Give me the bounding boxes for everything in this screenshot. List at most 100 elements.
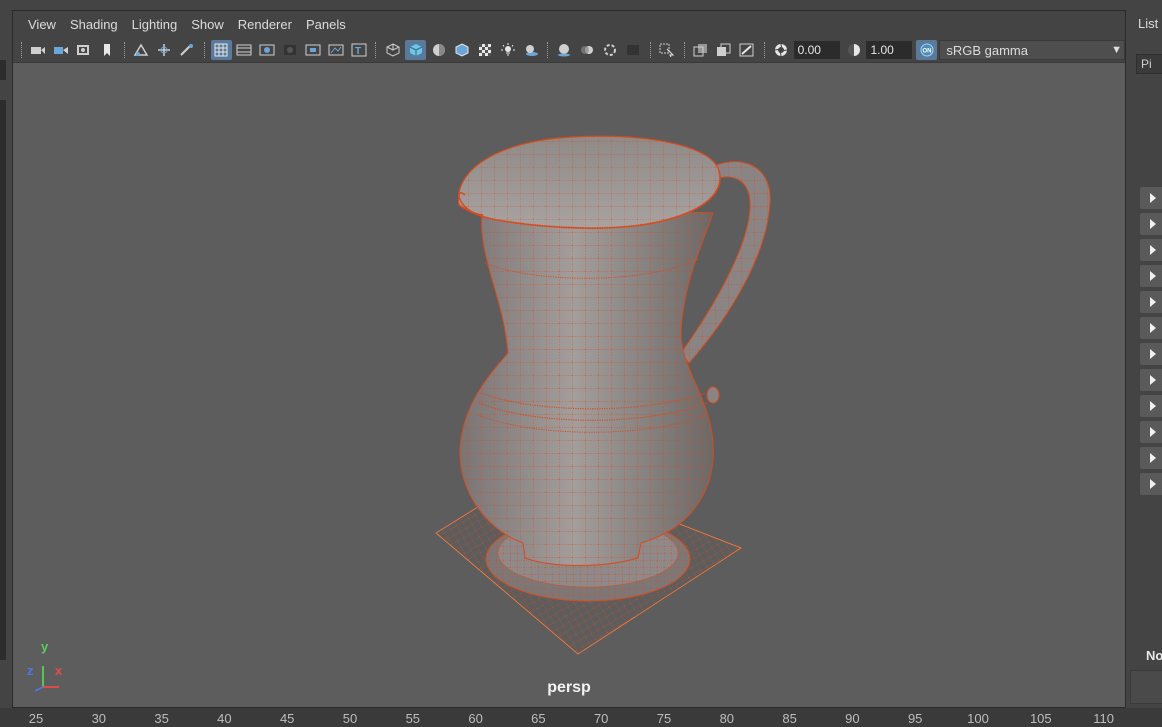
- lights-icon[interactable]: [497, 40, 518, 60]
- time-slider[interactable]: 25 30 35 40 45 50 55 60 65 70 75 80 85 90 95 100 105 110: [0, 708, 1162, 727]
- attribute-section-expander[interactable]: [1140, 265, 1162, 287]
- notes-label: No: [1146, 648, 1162, 663]
- expand-arrow-icon: [1150, 193, 1156, 203]
- camera-name-label: persp: [547, 679, 591, 696]
- expand-arrow-icon: [1150, 219, 1156, 229]
- attribute-section-expander[interactable]: [1140, 421, 1162, 443]
- 2d-pan-zoom-icon[interactable]: [177, 40, 198, 60]
- timeline-tick-label: 60: [468, 711, 483, 726]
- xray-icon[interactable]: [691, 40, 712, 60]
- toolbar-separator: [203, 42, 207, 58]
- screen-space-ao-icon[interactable]: [554, 40, 575, 60]
- attribute-section-expander[interactable]: [1140, 343, 1162, 365]
- timeline-tick-label: 95: [907, 711, 923, 726]
- safe-title-icon[interactable]: T: [348, 40, 369, 60]
- field-chart-icon[interactable]: [302, 40, 323, 60]
- timeline-tick-label: 100: [967, 711, 989, 726]
- viewport-canvas: [34, 135, 771, 692]
- depth-of-field-icon[interactable]: [623, 40, 644, 60]
- default-material-icon[interactable]: [428, 40, 449, 60]
- textured-icon[interactable]: [474, 40, 495, 60]
- timeline-tick-label: 45: [279, 711, 295, 726]
- timeline-tick-label: 105: [1029, 711, 1052, 726]
- toolbar-separator: [21, 42, 24, 58]
- wireframe-on-shaded-icon[interactable]: [451, 40, 472, 60]
- shadows-icon[interactable]: [520, 40, 541, 60]
- toolbar-separator: [683, 42, 687, 58]
- anti-aliasing-icon[interactable]: [600, 40, 621, 60]
- timeline-tick-label: 70: [593, 711, 609, 726]
- select-camera-icon[interactable]: [28, 40, 49, 60]
- exposure-icon[interactable]: [771, 40, 792, 60]
- timeline-tick-label: 65: [531, 711, 546, 726]
- timeline-tick-label: 80: [719, 711, 735, 726]
- timeline-tick-label: 55: [405, 711, 421, 726]
- isolate-select-icon[interactable]: [657, 40, 678, 60]
- expand-arrow-icon: [1150, 401, 1156, 411]
- 3d-viewport[interactable]: y z x persp: [13, 63, 1125, 707]
- bookmark-camera-icon[interactable]: [74, 40, 95, 60]
- notes-field[interactable]: [1130, 670, 1162, 704]
- attribute-section-expander[interactable]: [1140, 187, 1162, 209]
- grid-icon[interactable]: [210, 40, 232, 60]
- right-panel: List Pi No: [1126, 0, 1162, 708]
- attribute-section-expander[interactable]: [1140, 369, 1162, 391]
- expand-arrow-icon: [1150, 245, 1156, 255]
- svg-text:T: T: [355, 46, 361, 57]
- motion-blur-icon[interactable]: [577, 40, 598, 60]
- expand-arrow-icon: [1150, 479, 1156, 489]
- expand-arrow-icon: [1150, 375, 1156, 385]
- timeline-tick-label: 50: [342, 711, 358, 726]
- film-gate-icon[interactable]: [234, 40, 255, 60]
- safe-action-icon[interactable]: [325, 40, 346, 60]
- timeline-tick-label: 90: [845, 711, 860, 726]
- left-panel-tab[interactable]: [0, 60, 6, 80]
- attribute-section-expander[interactable]: [1140, 291, 1162, 313]
- menu-renderer[interactable]: Renderer: [231, 11, 299, 38]
- expand-arrow-icon: [1150, 271, 1156, 281]
- timeline-tick-label: 85: [782, 711, 797, 726]
- left-panel-scroll[interactable]: [0, 100, 6, 660]
- exposure-field[interactable]: 0.00: [793, 41, 840, 59]
- gate-mask-icon[interactable]: [280, 40, 301, 60]
- expand-arrow-icon: [1150, 323, 1156, 333]
- xray-active-components-icon[interactable]: [714, 40, 735, 60]
- gamma-field[interactable]: 1.00: [866, 41, 913, 59]
- attribute-section-expander[interactable]: [1140, 213, 1162, 235]
- attribute-section-expander[interactable]: [1140, 473, 1162, 495]
- attribute-section-expander[interactable]: [1140, 239, 1162, 261]
- menu-lighting[interactable]: Lighting: [125, 11, 185, 38]
- attribute-section-expander[interactable]: [1140, 395, 1162, 417]
- list-menu[interactable]: List: [1138, 16, 1158, 31]
- timeline-tick-label: 75: [656, 711, 672, 726]
- smooth-shade-icon[interactable]: [405, 40, 427, 60]
- left-panel-strip: [0, 0, 12, 708]
- color-management-icon[interactable]: ON: [916, 40, 938, 60]
- expand-arrow-icon: [1150, 349, 1156, 359]
- menu-shading[interactable]: Shading: [63, 11, 125, 38]
- wireframe-icon[interactable]: [382, 40, 403, 60]
- attribute-section-expander[interactable]: [1140, 447, 1162, 469]
- pitcher-rim: [457, 135, 721, 230]
- toolbar-separator: [547, 42, 550, 58]
- expand-arrow-icon: [1150, 453, 1156, 463]
- camera-attributes-icon[interactable]: [51, 40, 72, 60]
- timeline-tick-label: 40: [217, 711, 232, 726]
- grid-toggle-icon[interactable]: [154, 40, 175, 60]
- color-space-dropdown[interactable]: sRGB gamma ▼: [939, 40, 1125, 60]
- menu-panels[interactable]: Panels: [299, 11, 353, 38]
- menu-show[interactable]: Show: [184, 11, 231, 38]
- image-plane-icon[interactable]: [131, 40, 152, 60]
- viewport-toolbar: T 0.00 1.00 ON sRGB gamma ▼: [13, 38, 1125, 63]
- toolbar-separator: [763, 42, 767, 58]
- axis-y-label: y: [41, 639, 49, 654]
- toolbar-separator: [123, 42, 127, 58]
- timeline-tick-label: 110: [1093, 711, 1114, 726]
- gamma-icon[interactable]: [844, 40, 865, 60]
- bookmark-icon[interactable]: [97, 40, 118, 60]
- menu-view[interactable]: View: [21, 11, 63, 38]
- node-name-field[interactable]: Pi: [1136, 54, 1162, 74]
- xray-joints-icon[interactable]: [737, 40, 758, 60]
- resolution-gate-icon[interactable]: [257, 40, 278, 60]
- attribute-section-expander[interactable]: [1140, 317, 1162, 339]
